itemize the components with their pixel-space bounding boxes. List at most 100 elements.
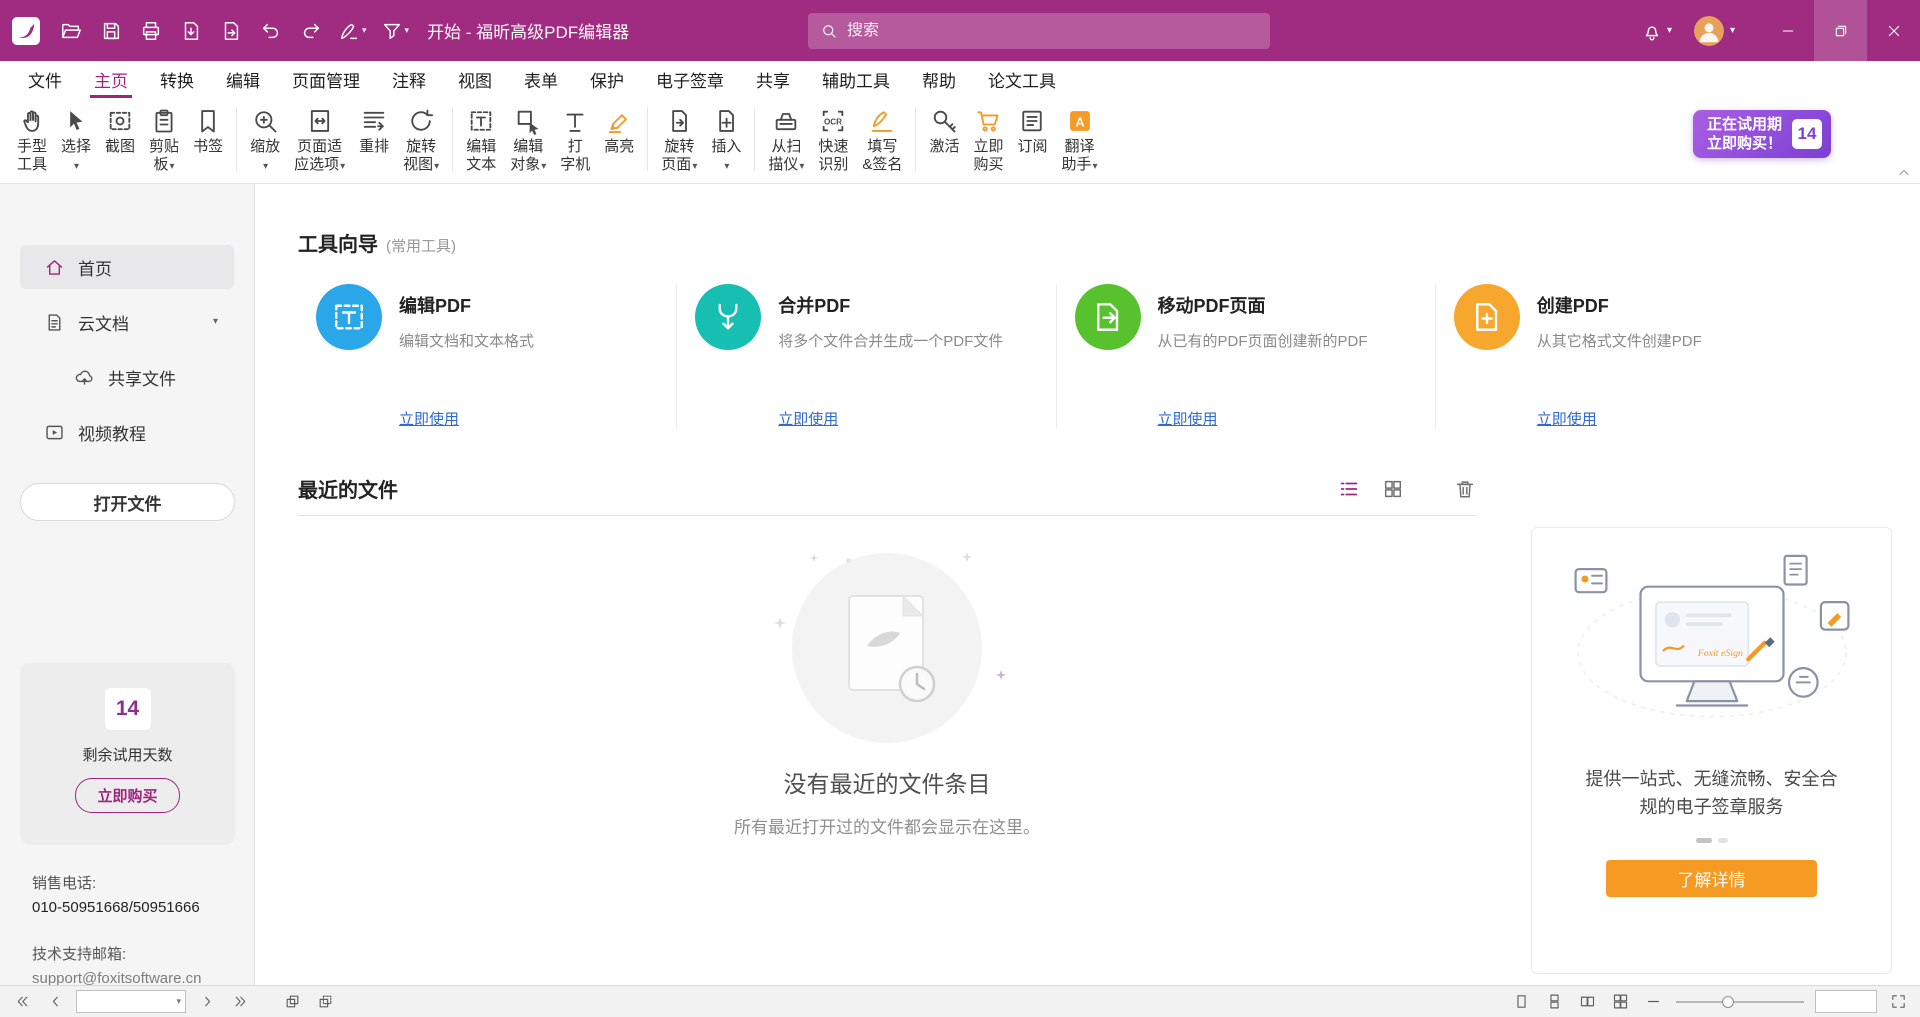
ribbon-toolbar: 手型工具选择▾截图剪贴板▾书签缩放▾页面适应选项▾重排旋转视图▾ 编辑文本编辑对象… bbox=[0, 98, 1920, 184]
grid-view-icon[interactable] bbox=[1382, 478, 1404, 500]
chevron-down-icon: ▾ bbox=[541, 161, 546, 172]
use-now-link[interactable]: 立即使用 bbox=[1158, 408, 1218, 429]
open-file-button[interactable]: 打开文件 bbox=[20, 483, 235, 521]
ribbon-reflow-button[interactable]: 重排 bbox=[352, 105, 396, 175]
buy-now-button[interactable]: 立即购买 bbox=[75, 778, 179, 813]
fit-page-icon bbox=[306, 107, 334, 135]
tool-cards: 编辑PDF编辑文档和文本格式立即使用合并PDF将多个文件合并生成一个PDF文件立… bbox=[298, 284, 1814, 429]
sidebar-item-label: 云文档 bbox=[78, 310, 129, 335]
ribbon-item-label: 激活 bbox=[929, 138, 959, 156]
ribbon-from-scanner-button[interactable]: 从扫描仪▾ bbox=[761, 105, 811, 175]
ribbon-select-button[interactable]: 选择▾ bbox=[54, 105, 98, 175]
page-number-field[interactable] bbox=[77, 994, 163, 1009]
fullscreen-button[interactable] bbox=[1886, 990, 1910, 1014]
redo-button[interactable] bbox=[294, 13, 328, 49]
menu-item-3[interactable]: 编辑 bbox=[210, 61, 276, 98]
zoom-input[interactable] bbox=[1815, 990, 1877, 1013]
carousel-dot[interactable] bbox=[1718, 838, 1728, 843]
facing-continuous-button[interactable] bbox=[1608, 990, 1632, 1014]
save-button[interactable] bbox=[94, 13, 128, 49]
clipboard-tool-button[interactable] bbox=[313, 990, 337, 1014]
restore-button[interactable] bbox=[1814, 0, 1867, 61]
ribbon-translate-assistant-button[interactable]: A翻译助手▾ bbox=[1054, 105, 1104, 175]
last-page-button[interactable] bbox=[228, 990, 252, 1014]
ribbon-edit-object-button[interactable]: 编辑对象▾ bbox=[503, 105, 553, 175]
menu-item-10[interactable]: 共享 bbox=[740, 61, 806, 98]
chevron-down-icon: ▾ bbox=[263, 161, 268, 172]
ribbon-zoom-button[interactable]: 缩放▾ bbox=[243, 105, 287, 175]
ribbon-activate-button[interactable]: 激活 bbox=[922, 105, 966, 175]
menu-item-8[interactable]: 保护 bbox=[574, 61, 640, 98]
menu-item-2[interactable]: 转换 bbox=[144, 61, 210, 98]
menu-item-5[interactable]: 注释 bbox=[376, 61, 442, 98]
menu-item-6[interactable]: 视图 bbox=[442, 61, 508, 98]
sidebar-item-shared-files[interactable]: 共享文件 bbox=[20, 355, 234, 399]
facing-page-button[interactable] bbox=[1575, 990, 1599, 1014]
ribbon-highlight-button[interactable]: 高亮 bbox=[597, 105, 641, 175]
collapse-ribbon-button[interactable] bbox=[1896, 165, 1912, 181]
menu-item-7[interactable]: 表单 bbox=[508, 61, 574, 98]
ribbon-page-fit-options-button[interactable]: 页面适应选项▾ bbox=[287, 105, 352, 175]
account-menu[interactable]: ▾ bbox=[1694, 16, 1735, 46]
search-box[interactable] bbox=[808, 13, 1270, 49]
snapshot-tool-button[interactable] bbox=[280, 990, 304, 1014]
zoom-out-button[interactable] bbox=[1641, 990, 1665, 1014]
zoom-field[interactable] bbox=[1816, 991, 1876, 1012]
menu-item-12[interactable]: 帮助 bbox=[906, 61, 972, 98]
sign-tool-button[interactable]: ▾ bbox=[334, 13, 371, 49]
ribbon-quick-ocr-button[interactable]: OCR快速识别 bbox=[811, 105, 855, 175]
first-page-button[interactable] bbox=[10, 990, 34, 1014]
ribbon-bookmark-button[interactable]: 书签 bbox=[186, 105, 230, 175]
menu-item-11[interactable]: 辅助工具 bbox=[806, 61, 906, 98]
prev-page-button[interactable] bbox=[43, 990, 67, 1014]
single-page-button[interactable] bbox=[1509, 990, 1533, 1014]
ribbon-hand-tool-button[interactable]: 手型工具 bbox=[10, 105, 54, 175]
zoom-slider-knob[interactable] bbox=[1722, 996, 1734, 1008]
ribbon-insert-button[interactable]: 插入▾ bbox=[704, 105, 748, 175]
menu-item-1[interactable]: 主页 bbox=[78, 61, 144, 98]
carousel-dot-active[interactable] bbox=[1696, 838, 1712, 843]
close-button[interactable] bbox=[1867, 0, 1920, 61]
ribbon-edit-text-button[interactable]: 编辑文本 bbox=[459, 105, 503, 175]
undo-button[interactable] bbox=[254, 13, 288, 49]
continuous-page-button[interactable] bbox=[1542, 990, 1566, 1014]
ribbon-fill-sign-button[interactable]: 填写&签名 bbox=[855, 105, 909, 175]
menu-item-4[interactable]: 页面管理 bbox=[276, 61, 376, 98]
menu-item-9[interactable]: 电子签章 bbox=[640, 61, 740, 98]
ribbon-rotate-pages-button[interactable]: 旋转页面▾ bbox=[654, 105, 704, 175]
trash-icon[interactable] bbox=[1454, 478, 1476, 500]
sales-phone-number: 010-50951668/50951666 bbox=[32, 899, 201, 916]
esign-promo-text: 提供一站式、无缝流畅、安全合 规的电子签章服务 bbox=[1586, 766, 1838, 822]
ribbon-item-label: 对象▾ bbox=[510, 156, 546, 174]
zoom-slider-track bbox=[1676, 1001, 1804, 1003]
list-view-icon[interactable] bbox=[1338, 478, 1360, 500]
ribbon-item-label: &签名 bbox=[862, 156, 902, 174]
ribbon-rotate-view-button[interactable]: 旋转视图▾ bbox=[396, 105, 446, 175]
ribbon-subscribe-button[interactable]: 订阅 bbox=[1010, 105, 1054, 175]
use-now-link[interactable]: 立即使用 bbox=[1537, 408, 1597, 429]
menu-item-0[interactable]: 文件 bbox=[12, 61, 78, 98]
page-number-input[interactable]: ▾ bbox=[76, 990, 186, 1013]
use-now-link[interactable]: 立即使用 bbox=[778, 408, 838, 429]
ribbon-snapshot-button[interactable]: 截图 bbox=[98, 105, 142, 175]
convert-button[interactable] bbox=[214, 13, 248, 49]
ribbon-clipboard-button[interactable]: 剪贴板▾ bbox=[142, 105, 186, 175]
zoom-slider[interactable] bbox=[1676, 990, 1804, 1014]
print-button[interactable] bbox=[134, 13, 168, 49]
ribbon-typewriter-button[interactable]: 打字机 bbox=[553, 105, 597, 175]
ribbon-buy-now-button[interactable]: 立即购买 bbox=[966, 105, 1010, 175]
sidebar-item-video-tutorials[interactable]: 视频教程 bbox=[20, 410, 234, 454]
sidebar-item-cloud-docs[interactable]: 云文档▾ bbox=[20, 300, 234, 344]
open-folder-button[interactable] bbox=[54, 13, 88, 49]
learn-more-button[interactable]: 了解详情 bbox=[1606, 860, 1817, 897]
sidebar-item-home[interactable]: 首页 bbox=[20, 245, 234, 289]
notifications-button[interactable]: ▾ bbox=[1641, 20, 1672, 42]
minimize-button[interactable] bbox=[1761, 0, 1814, 61]
trial-banner[interactable]: 正在试用期 立即购买！ 14 bbox=[1693, 110, 1831, 158]
search-input[interactable] bbox=[847, 22, 1258, 40]
next-page-button[interactable] bbox=[195, 990, 219, 1014]
export-pdf-button[interactable] bbox=[174, 13, 208, 49]
filter-button[interactable]: ▾ bbox=[377, 13, 414, 49]
menu-item-13[interactable]: 论文工具 bbox=[972, 61, 1072, 98]
use-now-link[interactable]: 立即使用 bbox=[399, 408, 459, 429]
